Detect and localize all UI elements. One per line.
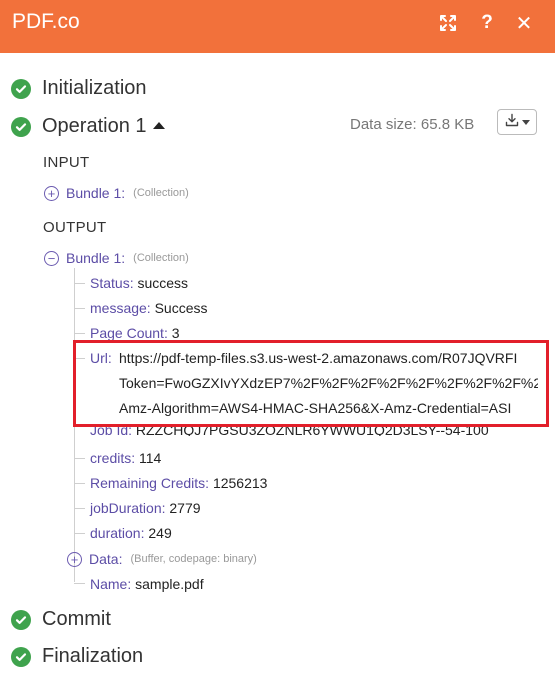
chevron-down-icon	[521, 119, 530, 125]
tree-tick	[74, 283, 85, 284]
field-data[interactable]: + Data: (Buffer, codepage: binary)	[67, 551, 257, 567]
field-value: 2779	[169, 500, 201, 516]
field-key: duration:	[90, 525, 145, 541]
field-key: Name:	[90, 576, 132, 592]
download-button[interactable]	[497, 109, 537, 135]
field-key: credits:	[90, 450, 136, 466]
step-commit[interactable]: Commit	[11, 608, 111, 631]
expand-plus-icon[interactable]: +	[67, 551, 82, 567]
input-bundle-1[interactable]: + Bundle 1: (Collection)	[44, 185, 189, 201]
data-size-label: Data size: 65.8 KB	[350, 116, 475, 133]
field-value: sample.pdf	[135, 576, 204, 592]
field-credits: credits: 114	[90, 450, 161, 466]
expand-plus-icon[interactable]: +	[44, 185, 59, 201]
field-remaining-credits: Remaining Credits: 1256213	[90, 475, 267, 491]
expand-arrows-icon[interactable]	[436, 11, 460, 35]
help-button[interactable]: ?	[475, 11, 499, 35]
module-header: PDF.co ? ✕	[0, 0, 555, 53]
step-label: Initialization	[42, 77, 147, 99]
tree-tick	[74, 308, 85, 309]
output-bundle-1[interactable]: − Bundle 1: (Collection)	[44, 250, 189, 266]
tree-tick	[74, 333, 85, 334]
field-status: Status: success	[90, 275, 188, 291]
close-button[interactable]: ✕	[512, 11, 536, 35]
field-name: Name: sample.pdf	[90, 576, 204, 592]
field-value: 249	[148, 525, 172, 541]
field-key: message:	[90, 300, 151, 316]
step-label: Commit	[42, 608, 111, 630]
collapse-caret-icon[interactable]	[152, 122, 165, 129]
step-finalization[interactable]: Finalization	[11, 645, 143, 668]
field-key: jobDuration:	[90, 500, 166, 516]
field-job-duration: jobDuration: 2779	[90, 500, 201, 516]
collapse-minus-icon[interactable]: −	[44, 250, 59, 266]
field-key: Page Count:	[90, 325, 168, 341]
input-section-label: INPUT	[43, 154, 90, 171]
tree-tick	[74, 533, 85, 534]
module-title: PDF.co	[12, 10, 80, 33]
check-icon	[11, 609, 31, 630]
field-message: message: Success	[90, 300, 208, 316]
field-value: 3	[171, 325, 180, 341]
field-type-tag: (Buffer, codepage: binary)	[130, 553, 257, 565]
bundle-label: Bundle 1:	[66, 250, 126, 266]
download-icon	[505, 113, 519, 132]
bundle-label: Bundle 1:	[66, 185, 126, 201]
url-highlight-box	[73, 340, 549, 427]
step-operation-1[interactable]: Operation 1	[11, 115, 165, 138]
field-value: success	[137, 275, 189, 291]
field-key: Data:	[89, 551, 123, 567]
field-value: 114	[139, 450, 162, 466]
field-duration: duration: 249	[90, 525, 172, 541]
check-icon	[11, 78, 31, 99]
step-label: Finalization	[42, 645, 144, 667]
step-initialization[interactable]: Initialization	[11, 77, 147, 100]
check-icon	[11, 116, 31, 137]
field-value: Success	[154, 300, 208, 316]
field-page-count: Page Count: 3	[90, 325, 180, 341]
tree-tick	[74, 508, 85, 509]
output-section-label: OUTPUT	[43, 219, 107, 236]
check-icon	[11, 646, 31, 667]
bundle-type-tag: (Collection)	[133, 252, 189, 264]
step-label: Operation 1	[42, 115, 147, 137]
field-key: Status:	[90, 275, 134, 291]
tree-tick	[74, 583, 85, 584]
field-key: Remaining Credits:	[90, 475, 210, 491]
tree-tick	[74, 483, 85, 484]
bundle-type-tag: (Collection)	[133, 187, 189, 199]
tree-tick	[74, 458, 85, 459]
field-value: 1256213	[212, 475, 268, 491]
